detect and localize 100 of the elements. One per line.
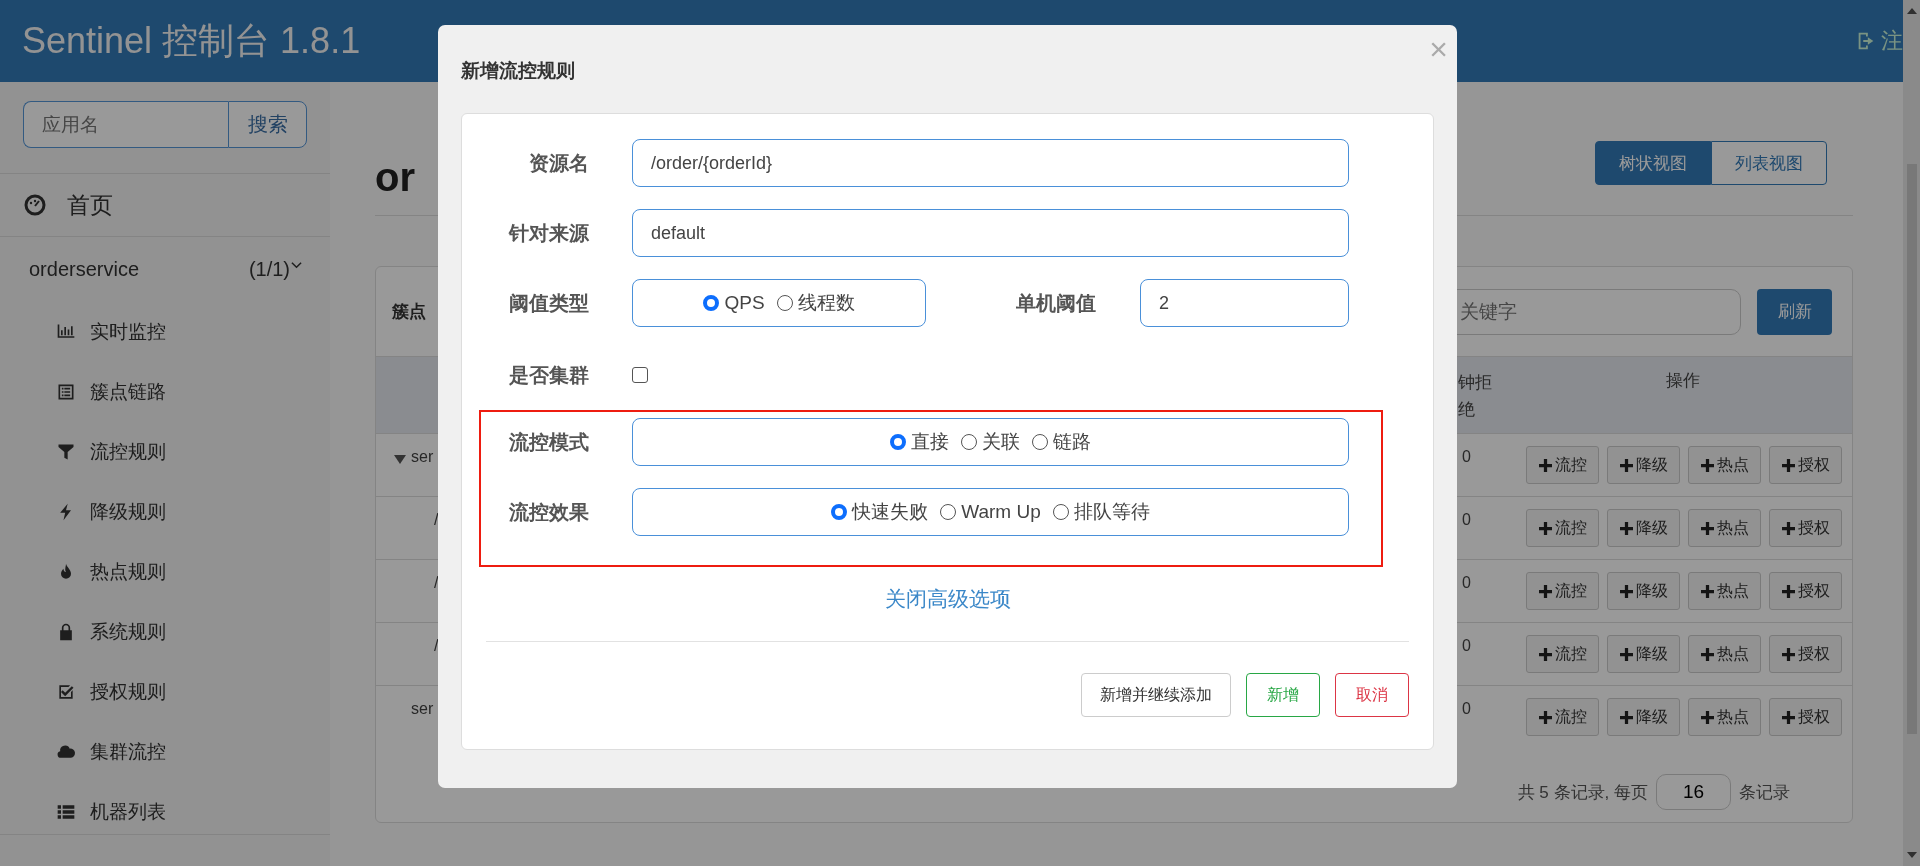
sidebar-item[interactable]: 集群流控 <box>0 722 330 782</box>
radio-option[interactable]: 排队等待 <box>1052 499 1150 525</box>
table-cell: / <box>434 511 439 529</box>
scroll-down-icon[interactable] <box>1906 852 1917 858</box>
radio-option[interactable]: Warm Up <box>940 501 1041 523</box>
view-tab[interactable]: 列表视图 <box>1711 141 1827 185</box>
field-label: 是否集群 <box>508 362 589 388</box>
table-cell-text: 0 <box>1461 447 1472 467</box>
plus-icon <box>1538 521 1552 535</box>
add-rule-button[interactable]: 流控 <box>1526 509 1599 547</box>
add-rule-button[interactable]: 降级 <box>1607 635 1680 673</box>
sidebar-item[interactable]: 系统规则 <box>0 602 330 662</box>
field-label: 阈值类型 <box>508 290 589 316</box>
plus-icon <box>1700 458 1714 472</box>
field-label: 单机阈值 <box>1015 290 1097 316</box>
view-tab[interactable]: 树状视图 <box>1595 141 1711 185</box>
radio-option[interactable]: 线程数 <box>776 290 855 316</box>
pagination-text: 条记录 <box>1739 781 1790 804</box>
plus-icon <box>1781 710 1795 724</box>
table-cell-text: 0 <box>1461 573 1472 593</box>
sidebar-item[interactable]: 授权规则 <box>0 662 330 722</box>
logout-link[interactable]: 注 <box>1855 26 1903 56</box>
field-label: 流控模式 <box>508 429 589 455</box>
radio-option[interactable]: 关联 <box>961 429 1020 455</box>
plus-icon <box>1619 584 1633 598</box>
pagination-text: 共 5 条记录, 每页 <box>1517 781 1648 804</box>
sidebar-item[interactable]: 实时监控 <box>0 302 330 362</box>
add-rule-button[interactable]: 热点 <box>1688 698 1761 736</box>
origin-field[interactable]: default <box>632 209 1349 257</box>
app-title: Sentinel 控制台 1.8.1 <box>22 18 361 63</box>
plus-icon <box>1619 521 1633 535</box>
dialog-title: 新增流控规则 <box>461 59 575 83</box>
plus-icon <box>1538 584 1552 598</box>
table-cell: / <box>434 637 439 655</box>
add-rule-button[interactable]: 流控 <box>1526 698 1599 736</box>
radio-option[interactable]: QPS <box>703 292 765 314</box>
add-rule-button[interactable]: 授权 <box>1769 572 1842 610</box>
sidebar-item[interactable]: 热点规则 <box>0 542 330 602</box>
table-cell-text: 0 <box>1461 636 1472 656</box>
page-size-field[interactable]: 16 <box>1656 774 1731 810</box>
refresh-button[interactable]: 刷新 <box>1757 288 1832 335</box>
dialog-button[interactable]: 新增并继续添加 <box>1081 673 1231 717</box>
plus-icon <box>1538 647 1552 661</box>
page-title: or <box>375 155 415 199</box>
add-rule-button[interactable]: 降级 <box>1607 509 1680 547</box>
dashboard-icon <box>23 193 47 217</box>
field-label: 流控效果 <box>508 499 589 525</box>
plus-icon <box>1781 647 1795 661</box>
field-label: 资源名 <box>528 150 589 176</box>
field-label: 针对来源 <box>507 220 589 246</box>
add-rule-button[interactable]: 流控 <box>1526 572 1599 610</box>
plus-icon <box>1619 710 1633 724</box>
threshold-field[interactable]: 2 <box>1140 279 1349 327</box>
add-rule-button[interactable]: 热点 <box>1688 509 1761 547</box>
table-cell-text: 0 <box>1461 510 1472 530</box>
add-rule-button[interactable]: 降级 <box>1607 446 1680 484</box>
add-rule-button[interactable]: 授权 <box>1769 446 1842 484</box>
add-rule-button[interactable]: 流控 <box>1526 446 1599 484</box>
search-button[interactable]: 搜索 <box>228 101 307 148</box>
advanced-options-link[interactable]: 关闭高级选项 <box>884 585 1011 613</box>
table-cell: / <box>434 574 439 592</box>
dialog-button[interactable]: 取消 <box>1335 673 1409 717</box>
plus-icon <box>1781 521 1795 535</box>
plus-icon <box>1781 584 1795 598</box>
expand-toggle-icon[interactable] <box>394 453 406 465</box>
plus-icon <box>1700 647 1714 661</box>
add-rule-button[interactable]: 降级 <box>1607 572 1680 610</box>
add-rule-button[interactable]: 降级 <box>1607 698 1680 736</box>
scrollbar[interactable] <box>1903 0 1920 866</box>
add-rule-button[interactable]: 授权 <box>1769 635 1842 673</box>
add-rule-button[interactable]: 热点 <box>1688 572 1761 610</box>
dialog-button[interactable]: 新增 <box>1246 673 1320 717</box>
scroll-up-icon[interactable] <box>1906 8 1917 14</box>
table-cell: ser <box>411 700 434 718</box>
resource-name-field[interactable]: /order/{orderId} <box>632 139 1349 187</box>
radio-option[interactable]: 链路 <box>1032 429 1091 455</box>
add-rule-button[interactable]: 授权 <box>1769 698 1842 736</box>
plus-icon <box>1700 710 1714 724</box>
app-menu-item[interactable]: orderservice (1/1) <box>0 237 330 302</box>
filter-icon <box>56 442 76 462</box>
add-rule-button[interactable]: 热点 <box>1688 446 1761 484</box>
table-cell-text: 0 <box>1461 699 1472 719</box>
app-search-field[interactable]: 应用名 <box>23 101 228 148</box>
list-icon <box>56 382 76 402</box>
radio-option[interactable]: 快速失败 <box>831 499 929 525</box>
bulleted-list-icon <box>56 802 76 822</box>
plus-icon <box>1619 458 1633 472</box>
table-cell: ser <box>411 448 434 466</box>
add-rule-button[interactable]: 流控 <box>1526 635 1599 673</box>
add-rule-button[interactable]: 授权 <box>1769 509 1842 547</box>
sidebar-item[interactable]: 降级规则 <box>0 482 330 542</box>
home-link[interactable]: 首页 <box>0 174 330 237</box>
add-rule-button[interactable]: 热点 <box>1688 635 1761 673</box>
column-header: 操作 <box>1665 370 1701 392</box>
cluster-checkbox[interactable] <box>632 367 648 383</box>
plus-icon <box>1781 458 1795 472</box>
sidebar-item[interactable]: 簇点链路 <box>0 362 330 422</box>
sidebar-item[interactable]: 机器列表 <box>0 782 330 842</box>
radio-option[interactable]: 直接 <box>890 429 949 455</box>
sidebar-item[interactable]: 流控规则 <box>0 422 330 482</box>
